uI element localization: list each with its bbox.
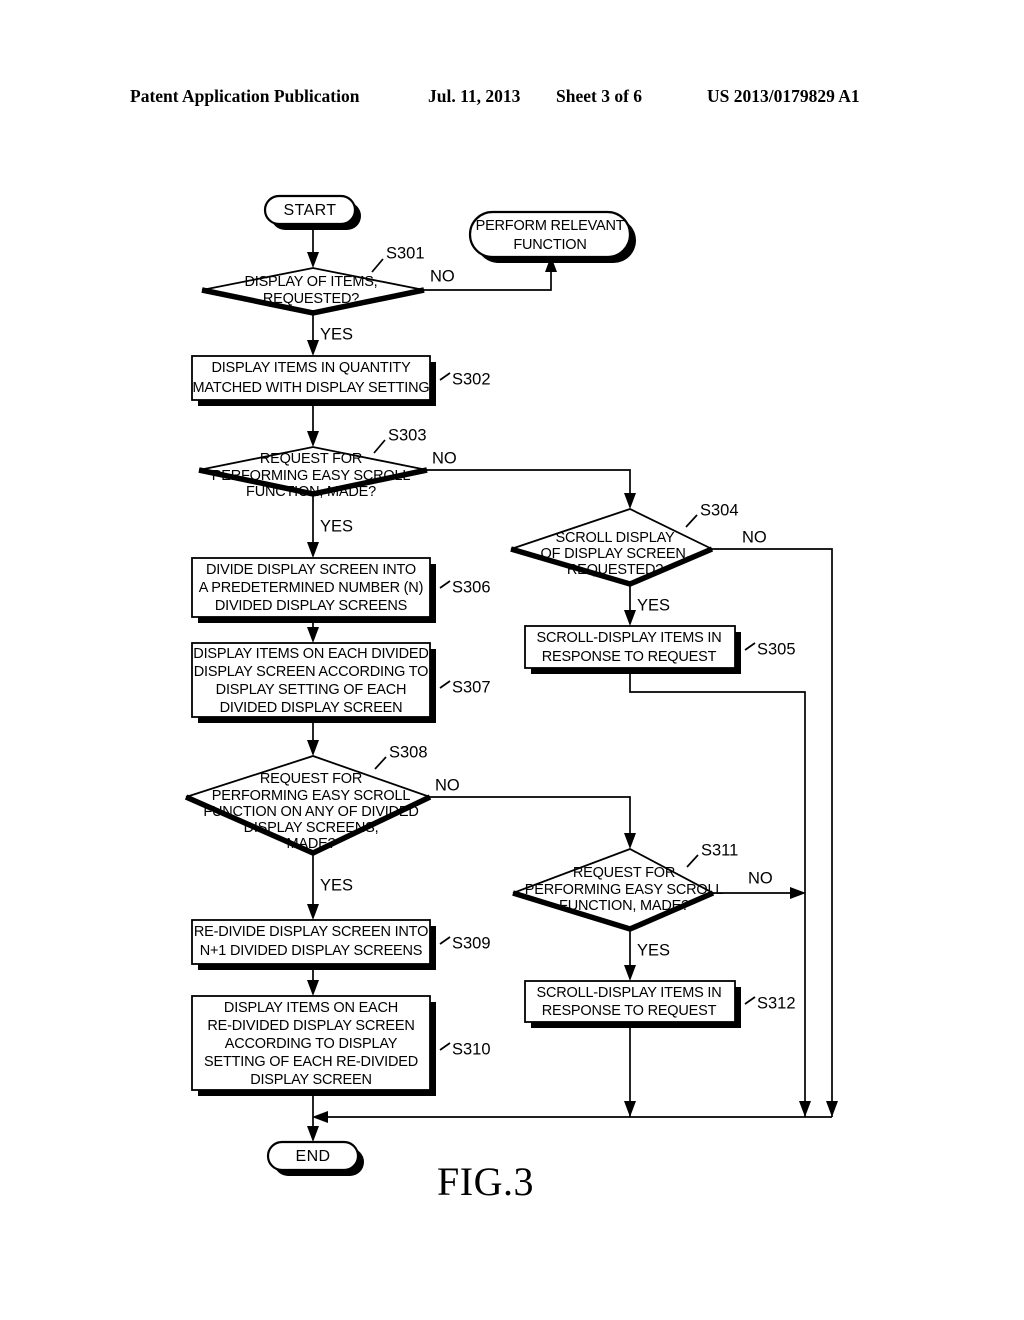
decision-s311-line-3: FUNCTION, MADE? xyxy=(559,898,689,914)
decision-s304: SCROLL DISPLAY OF DISPLAY SCREEN, REQUES… xyxy=(510,501,767,614)
process-s307-line-2: DISPLAY SCREEN ACCORDING TO xyxy=(194,664,428,680)
process-s312-line-2: RESPONSE TO REQUEST xyxy=(542,1003,717,1019)
process-s312-line-1: SCROLL-DISPLAY ITEMS IN xyxy=(536,985,721,1001)
process-s302-line-1: DISPLAY ITEMS IN QUANTITY xyxy=(211,360,411,376)
terminator-start-label: START xyxy=(284,202,337,219)
process-s309: RE-DIVIDE DISPLAY SCREEN INTO N+1 DIVIDE… xyxy=(191,919,491,970)
decision-s311-line-1: REQUEST FOR xyxy=(573,865,675,881)
decision-s303-line-3: FUNCTION, MADE? xyxy=(246,484,376,500)
process-s306-line-3: DIVIDED DISPLAY SCREENS xyxy=(215,598,407,614)
decision-s301-line-2: REQUESTED? xyxy=(263,291,359,307)
process-s305-line-1: SCROLL-DISPLAY ITEMS IN xyxy=(536,630,721,646)
branch-label-s301-no: NO xyxy=(430,267,455,285)
process-s306-line-2: A PREDETERMINED NUMBER (N) xyxy=(199,580,423,596)
process-s310-line-4: SETTING OF EACH RE-DIVIDED xyxy=(204,1054,418,1070)
step-tag-s306: S306 xyxy=(452,578,491,596)
decision-s308-line-3: FUNCTION ON ANY OF DIVIDED xyxy=(203,804,418,820)
branch-label-s303-no: NO xyxy=(432,449,457,467)
branch-label-s308-no: NO xyxy=(435,776,460,794)
decision-s308-line-5: MADE? xyxy=(287,836,336,852)
decision-s304-line-3: REQUESTED? xyxy=(567,562,663,578)
step-tag-s309: S309 xyxy=(452,934,491,952)
process-s305-line-2: RESPONSE TO REQUEST xyxy=(542,649,717,665)
process-s309-line-2: N+1 DIVIDED DISPLAY SCREENS xyxy=(200,943,423,959)
decision-s308-line-1: REQUEST FOR xyxy=(260,771,362,787)
decision-s303-line-1: REQUEST FOR xyxy=(260,451,362,467)
terminator-perform-relevant-function: PERFORM RELEVANT FUNCTION xyxy=(468,210,636,263)
process-s305: SCROLL-DISPLAY ITEMS IN RESPONSE TO REQU… xyxy=(524,625,796,674)
process-s306: DIVIDE DISPLAY SCREEN INTO A PREDETERMIN… xyxy=(191,557,491,623)
process-s310-line-1: DISPLAY ITEMS ON EACH xyxy=(224,1000,398,1016)
branch-label-s304-no: NO xyxy=(742,528,767,546)
step-tag-s312: S312 xyxy=(757,994,796,1012)
process-s310-line-3: ACCORDING TO DISPLAY xyxy=(225,1036,398,1052)
process-s302: DISPLAY ITEMS IN QUANTITY MATCHED WITH D… xyxy=(191,355,491,406)
branch-label-s301-yes: YES xyxy=(320,325,353,343)
step-tag-s303: S303 xyxy=(388,426,427,444)
step-tag-s301: S301 xyxy=(386,244,425,262)
figure-caption: FIG.3 xyxy=(437,1159,534,1204)
decision-s303-line-2: PERFORMING EASY SCROLL xyxy=(212,468,411,484)
step-tag-s311: S311 xyxy=(701,841,738,859)
decision-s303: REQUEST FOR PERFORMING EASY SCROLL FUNCT… xyxy=(198,426,457,535)
decision-s308-line-2: PERFORMING EASY SCROLL xyxy=(212,788,411,804)
branch-label-s311-no: NO xyxy=(748,869,773,887)
step-tag-s305: S305 xyxy=(757,640,796,658)
process-s307-line-1: DISPLAY ITEMS ON EACH DIVIDED xyxy=(193,646,428,662)
process-s302-line-2: MATCHED WITH DISPLAY SETTING xyxy=(193,380,430,396)
decision-s304-line-2: OF DISPLAY SCREEN, xyxy=(541,546,690,562)
process-s307-line-3: DISPLAY SETTING OF EACH xyxy=(216,682,407,698)
step-tag-s308: S308 xyxy=(389,743,428,761)
process-s306-line-1: DIVIDE DISPLAY SCREEN INTO xyxy=(206,562,416,578)
step-tag-s310: S310 xyxy=(452,1040,491,1058)
terminator-start: START xyxy=(263,194,361,230)
decision-s308: REQUEST FOR PERFORMING EASY SCROLL FUNCT… xyxy=(184,743,460,894)
process-s307: DISPLAY ITEMS ON EACH DIVIDED DISPLAY SC… xyxy=(191,642,491,723)
decision-s311: REQUEST FOR PERFORMING EASY SCROLL FUNCT… xyxy=(512,841,773,959)
branch-label-s311-yes: YES xyxy=(637,941,670,959)
process-s310: DISPLAY ITEMS ON EACH RE-DIVIDED DISPLAY… xyxy=(191,995,491,1096)
decision-s304-line-1: SCROLL DISPLAY xyxy=(556,530,675,546)
decision-s308-line-4: DISPLAY SCREENS, xyxy=(244,820,379,836)
terminator-end-label: END xyxy=(296,1148,331,1165)
branch-label-s303-yes: YES xyxy=(320,517,353,535)
step-tag-s302: S302 xyxy=(452,370,491,388)
terminator-perform-line-1: PERFORM RELEVANT xyxy=(476,218,625,234)
branch-label-s304-yes: YES xyxy=(637,596,670,614)
decision-s301-line-1: DISPLAY OF ITEMS, xyxy=(244,274,377,290)
decision-s301: DISPLAY OF ITEMS, REQUESTED? S301 NO YES xyxy=(201,244,455,343)
flowchart-diagram: START PERFORM RELEVANT FUNCTION DISPLAY … xyxy=(184,194,838,1176)
process-s307-line-4: DIVIDED DISPLAY SCREEN xyxy=(220,700,403,716)
process-s310-line-2: RE-DIVIDED DISPLAY SCREEN xyxy=(207,1018,414,1034)
process-s309-line-1: RE-DIVIDE DISPLAY SCREEN INTO xyxy=(194,924,428,940)
process-s312: SCROLL-DISPLAY ITEMS IN RESPONSE TO REQU… xyxy=(524,980,796,1028)
step-tag-s307: S307 xyxy=(452,678,491,696)
step-tag-s304: S304 xyxy=(700,501,739,519)
decision-s311-line-2: PERFORMING EASY SCROLL xyxy=(525,882,724,898)
terminator-end: END xyxy=(266,1140,364,1176)
process-s310-line-5: DISPLAY SCREEN xyxy=(250,1072,372,1088)
terminator-perform-line-2: FUNCTION xyxy=(513,237,586,253)
patent-figure-page: Patent Application Publication Jul. 11, … xyxy=(0,0,1024,1320)
branch-label-s308-yes: YES xyxy=(320,876,353,894)
